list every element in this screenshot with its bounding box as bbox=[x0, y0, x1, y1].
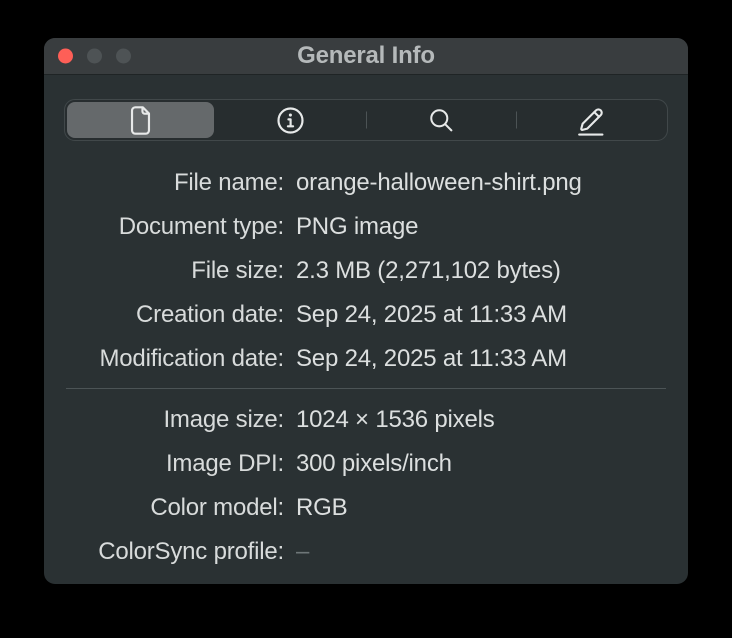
row-label: Modification date: bbox=[99, 345, 284, 372]
tab-general-info[interactable] bbox=[65, 100, 216, 140]
row-value: – bbox=[296, 538, 310, 565]
file-size-row: File size: 2.3 MB (2,271,102 bytes) bbox=[64, 249, 668, 293]
image-dpi-row: Image DPI: 300 pixels/inch bbox=[64, 442, 668, 486]
section-divider bbox=[66, 388, 666, 389]
row-value: RGB bbox=[296, 494, 348, 521]
row-value: 2.3 MB (2,271,102 bytes) bbox=[296, 257, 561, 284]
info-icon bbox=[277, 106, 304, 134]
general-info-window: General Info File name: orange-halloween… bbox=[44, 38, 688, 584]
search-icon bbox=[429, 108, 453, 131]
document-icon bbox=[130, 105, 150, 135]
tab-more-info[interactable] bbox=[216, 100, 367, 140]
window-title: General Info bbox=[297, 42, 435, 69]
tab-keywords-search[interactable] bbox=[366, 100, 517, 140]
window-controls bbox=[58, 48, 131, 64]
row-value: 1024 × 1536 pixels bbox=[296, 406, 495, 433]
row-value: Sep 24, 2025 at 11:33 AM bbox=[296, 301, 567, 328]
row-value: Sep 24, 2025 at 11:33 AM bbox=[296, 345, 567, 372]
pencil-icon bbox=[578, 107, 604, 136]
file-name-row: File name: orange-halloween-shirt.png bbox=[64, 161, 668, 205]
row-label: Document type: bbox=[118, 213, 284, 240]
titlebar[interactable]: General Info bbox=[44, 38, 688, 75]
row-label: ColorSync profile: bbox=[98, 538, 284, 565]
row-label: Image size: bbox=[163, 406, 284, 433]
row-value: PNG image bbox=[296, 213, 419, 240]
zoom-button-disabled bbox=[116, 48, 131, 64]
colorsync-profile-row: ColorSync profile: – bbox=[64, 530, 668, 574]
color-model-row: Color model: RGB bbox=[64, 486, 668, 530]
row-label: Image DPI: bbox=[165, 450, 284, 477]
document-type-row: Document type: PNG image bbox=[64, 205, 668, 249]
row-value: 300 pixels/inch bbox=[296, 450, 452, 477]
image-info-section: Image size: 1024 × 1536 pixels Image DPI… bbox=[64, 398, 668, 574]
row-label: Color model: bbox=[150, 494, 284, 521]
row-label: File size: bbox=[191, 257, 284, 284]
row-value: orange-halloween-shirt.png bbox=[296, 169, 582, 196]
image-size-row: Image size: 1024 × 1536 pixels bbox=[64, 398, 668, 442]
tab-annotations[interactable] bbox=[517, 100, 668, 140]
inspector-tab-bar bbox=[64, 99, 668, 141]
row-label: File name: bbox=[173, 169, 284, 196]
creation-date-row: Creation date: Sep 24, 2025 at 11:33 AM bbox=[64, 293, 668, 337]
inspector-content: File name: orange-halloween-shirt.png Do… bbox=[44, 75, 688, 574]
file-info-section: File name: orange-halloween-shirt.png Do… bbox=[64, 161, 668, 381]
row-label: Creation date: bbox=[136, 301, 284, 328]
close-button[interactable] bbox=[58, 48, 73, 64]
modification-date-row: Modification date: Sep 24, 2025 at 11:33… bbox=[64, 337, 668, 381]
minimize-button-disabled bbox=[87, 48, 102, 64]
